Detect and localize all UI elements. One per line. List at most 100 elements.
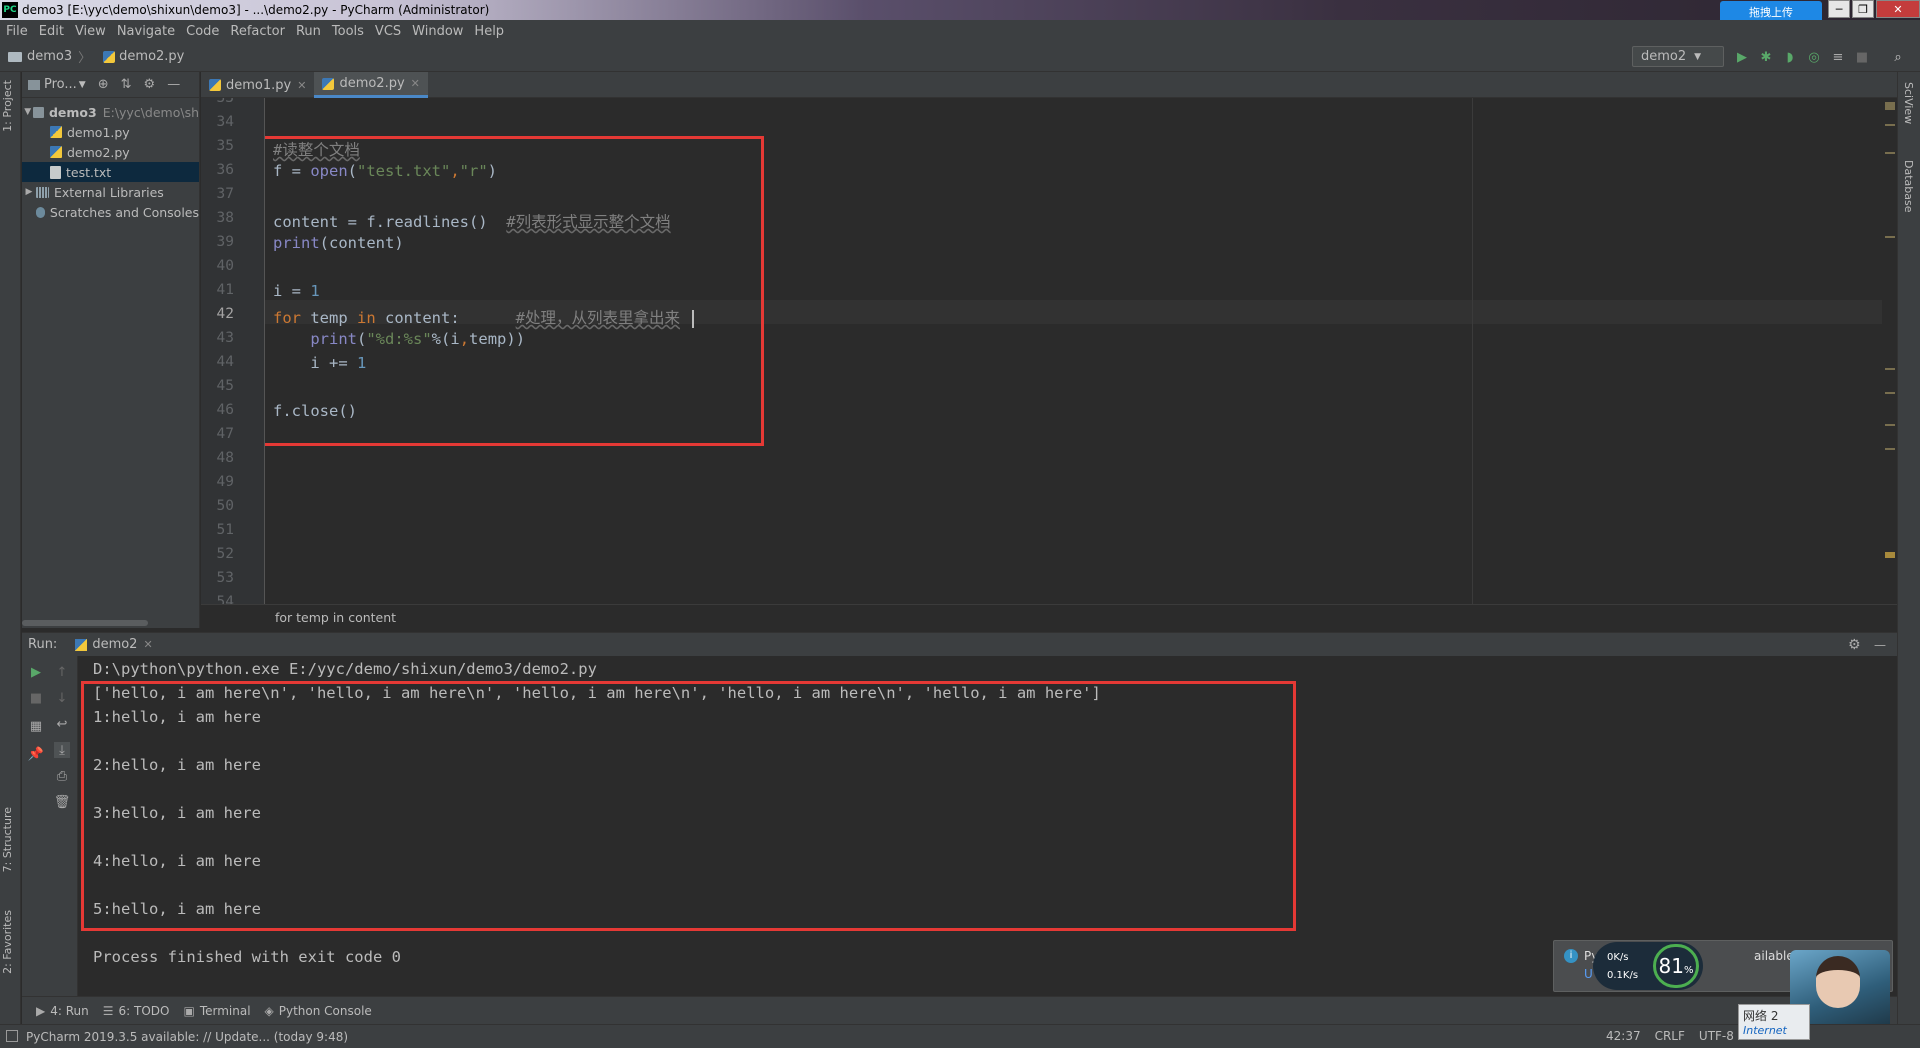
right-tool-strip: SciView Database	[1897, 72, 1920, 1024]
tree-item-scratches[interactable]: Scratches and Consoles	[22, 202, 199, 222]
menu-vcs[interactable]: VCS	[375, 24, 401, 39]
expand-arrow-icon[interactable]: ▶	[22, 187, 36, 197]
close-tab-icon[interactable]: ✕	[411, 77, 420, 90]
up-arrow-icon[interactable]: ↑	[54, 664, 70, 680]
menu-run[interactable]: Run	[296, 24, 321, 39]
locate-icon[interactable]: ⊕	[98, 77, 109, 92]
menu-tools[interactable]: Tools	[332, 24, 364, 39]
chevron-down-icon: ▼	[78, 79, 86, 90]
soft-wrap-icon[interactable]: ↩	[54, 716, 70, 732]
terminal-icon: ▣	[183, 1003, 195, 1018]
close-window-button[interactable]: ✕	[1876, 0, 1920, 18]
network-sub-label: Internet	[1743, 1024, 1787, 1037]
code-context-hint[interactable]: for temp in content	[275, 610, 396, 625]
menu-bar: File Edit View Navigate Code Refactor Ru…	[0, 20, 1920, 42]
tree-item-demo3[interactable]: ▼ demo3 E:\yyc\demo\sh	[22, 102, 199, 122]
tab-demo2[interactable]: demo2.py ✕	[314, 72, 428, 98]
print-icon[interactable]: ⎙	[54, 768, 70, 784]
expand-arrow-icon[interactable]: ▼	[22, 107, 33, 117]
tool-window-python-console[interactable]: ◈ Python Console	[265, 1004, 372, 1018]
down-arrow-icon[interactable]: ↓	[54, 690, 70, 706]
close-tab-icon[interactable]: ✕	[297, 79, 306, 92]
tree-item-demo1[interactable]: demo1.py	[22, 122, 199, 142]
scroll-marker	[1885, 102, 1895, 110]
minimize-button[interactable]: ─	[1828, 0, 1850, 18]
restore-layout-icon[interactable]: ▦	[28, 718, 44, 734]
line-number: 53	[216, 570, 234, 586]
python-console-icon: ◈	[264, 1003, 274, 1018]
caret-position[interactable]: 42:37	[1606, 1029, 1641, 1043]
scroll-to-end-icon[interactable]: ⤓	[54, 742, 70, 758]
hide-icon[interactable]: —	[1874, 638, 1886, 652]
breadcrumb-project[interactable]: demo3	[27, 49, 72, 64]
editor-scrollbar[interactable]	[1882, 98, 1897, 604]
chevron-down-icon: ▼	[1694, 51, 1702, 62]
status-message[interactable]: PyCharm 2019.3.5 available: // Update...…	[26, 1030, 348, 1044]
code-editor[interactable]: #读整个文档 f = open("test.txt","r") content …	[265, 98, 1882, 604]
tree-item-test-txt[interactable]: test.txt	[22, 162, 199, 182]
tree-item-external-libraries[interactable]: ▶ External Libraries	[22, 182, 199, 202]
run-icon[interactable]: ▶	[1734, 49, 1750, 65]
close-tab-icon[interactable]: ✕	[143, 638, 152, 651]
menu-edit[interactable]: Edit	[39, 24, 64, 39]
network-speed-widget[interactable]: 0K/s 0.1K/s 81%	[1593, 942, 1703, 990]
stop-icon[interactable]: ■	[1854, 49, 1870, 65]
run-configuration-select[interactable]: demo2 ▼	[1632, 46, 1724, 67]
line-number: 41	[216, 282, 234, 298]
menu-code[interactable]: Code	[186, 24, 219, 39]
structure-tool-tab[interactable]: 7: Structure	[1, 807, 14, 872]
menu-refactor[interactable]: Refactor	[230, 24, 285, 39]
line-number: 36	[216, 162, 234, 178]
tree-item-label: demo3	[48, 104, 97, 120]
run-panel-header: Run: demo2 ✕ ⚙ —	[22, 632, 1897, 656]
project-panel-header: Pro... ▼ ⊕ ⇅ ⚙ —	[22, 72, 199, 98]
python-file-icon	[209, 79, 221, 91]
right-margin-guide	[1472, 98, 1473, 604]
trash-icon[interactable]: 🗑	[54, 794, 71, 810]
project-tool-tab[interactable]: 1: Project	[1, 80, 14, 132]
menu-navigate[interactable]: Navigate	[117, 24, 175, 39]
project-horizontal-scrollbar[interactable]	[22, 620, 148, 626]
line-separator[interactable]: CRLF	[1655, 1029, 1685, 1043]
tool-window-run[interactable]: ▶ 4: Run	[36, 1004, 89, 1018]
line-number: 39	[216, 234, 234, 250]
run-tab-demo2[interactable]: demo2 ✕	[75, 637, 153, 652]
tab-label: demo1.py	[226, 77, 292, 93]
breadcrumb-file[interactable]: demo2.py	[119, 49, 184, 64]
tool-window-terminal[interactable]: ▣ Terminal	[183, 1004, 250, 1018]
concurrency-icon[interactable]: ≡	[1830, 49, 1846, 65]
sciview-tool-tab[interactable]: SciView	[1902, 82, 1915, 124]
profile-icon[interactable]: ◎	[1806, 49, 1822, 65]
tab-demo1[interactable]: demo1.py ✕	[201, 72, 314, 98]
stop-icon[interactable]: ■	[28, 690, 44, 706]
breadcrumb-separator: 〉	[78, 51, 92, 66]
gear-icon[interactable]: ⚙	[1848, 637, 1861, 653]
hide-icon[interactable]: —	[167, 77, 180, 92]
network-label: 网络 2	[1743, 1009, 1779, 1023]
line-number: 52	[216, 546, 234, 562]
coverage-icon[interactable]: ◗	[1782, 49, 1798, 65]
tool-window-todo[interactable]: ☰ 6: TODO	[103, 1004, 170, 1018]
debug-icon[interactable]: ✱	[1758, 49, 1774, 65]
project-view-select[interactable]: Pro...	[44, 77, 77, 92]
search-icon[interactable]: ⌕	[1890, 49, 1906, 65]
tree-item-demo2[interactable]: demo2.py	[22, 142, 199, 162]
collapse-all-icon[interactable]: ⇅	[121, 77, 132, 92]
favorites-tool-tab[interactable]: 2: Favorites	[1, 910, 14, 974]
database-tool-tab[interactable]: Database	[1902, 160, 1915, 213]
notification-link[interactable]: U	[1584, 967, 1593, 981]
menu-view[interactable]: View	[75, 24, 106, 39]
menu-help[interactable]: Help	[474, 24, 504, 39]
run-tab-label: demo2	[92, 637, 138, 652]
info-icon: i	[1564, 949, 1578, 963]
pin-icon[interactable]: 📌	[28, 746, 44, 762]
maximize-button[interactable]: ❐	[1852, 0, 1874, 18]
gear-icon[interactable]: ⚙	[144, 77, 156, 92]
line-number: 35	[216, 138, 234, 154]
menu-file[interactable]: File	[6, 24, 28, 39]
tool-windows-toggle-icon[interactable]	[6, 1030, 18, 1042]
line-number: 48	[216, 450, 234, 466]
menu-window[interactable]: Window	[412, 24, 463, 39]
file-encoding[interactable]: UTF-8	[1699, 1029, 1734, 1043]
rerun-icon[interactable]: ▶	[28, 664, 44, 680]
